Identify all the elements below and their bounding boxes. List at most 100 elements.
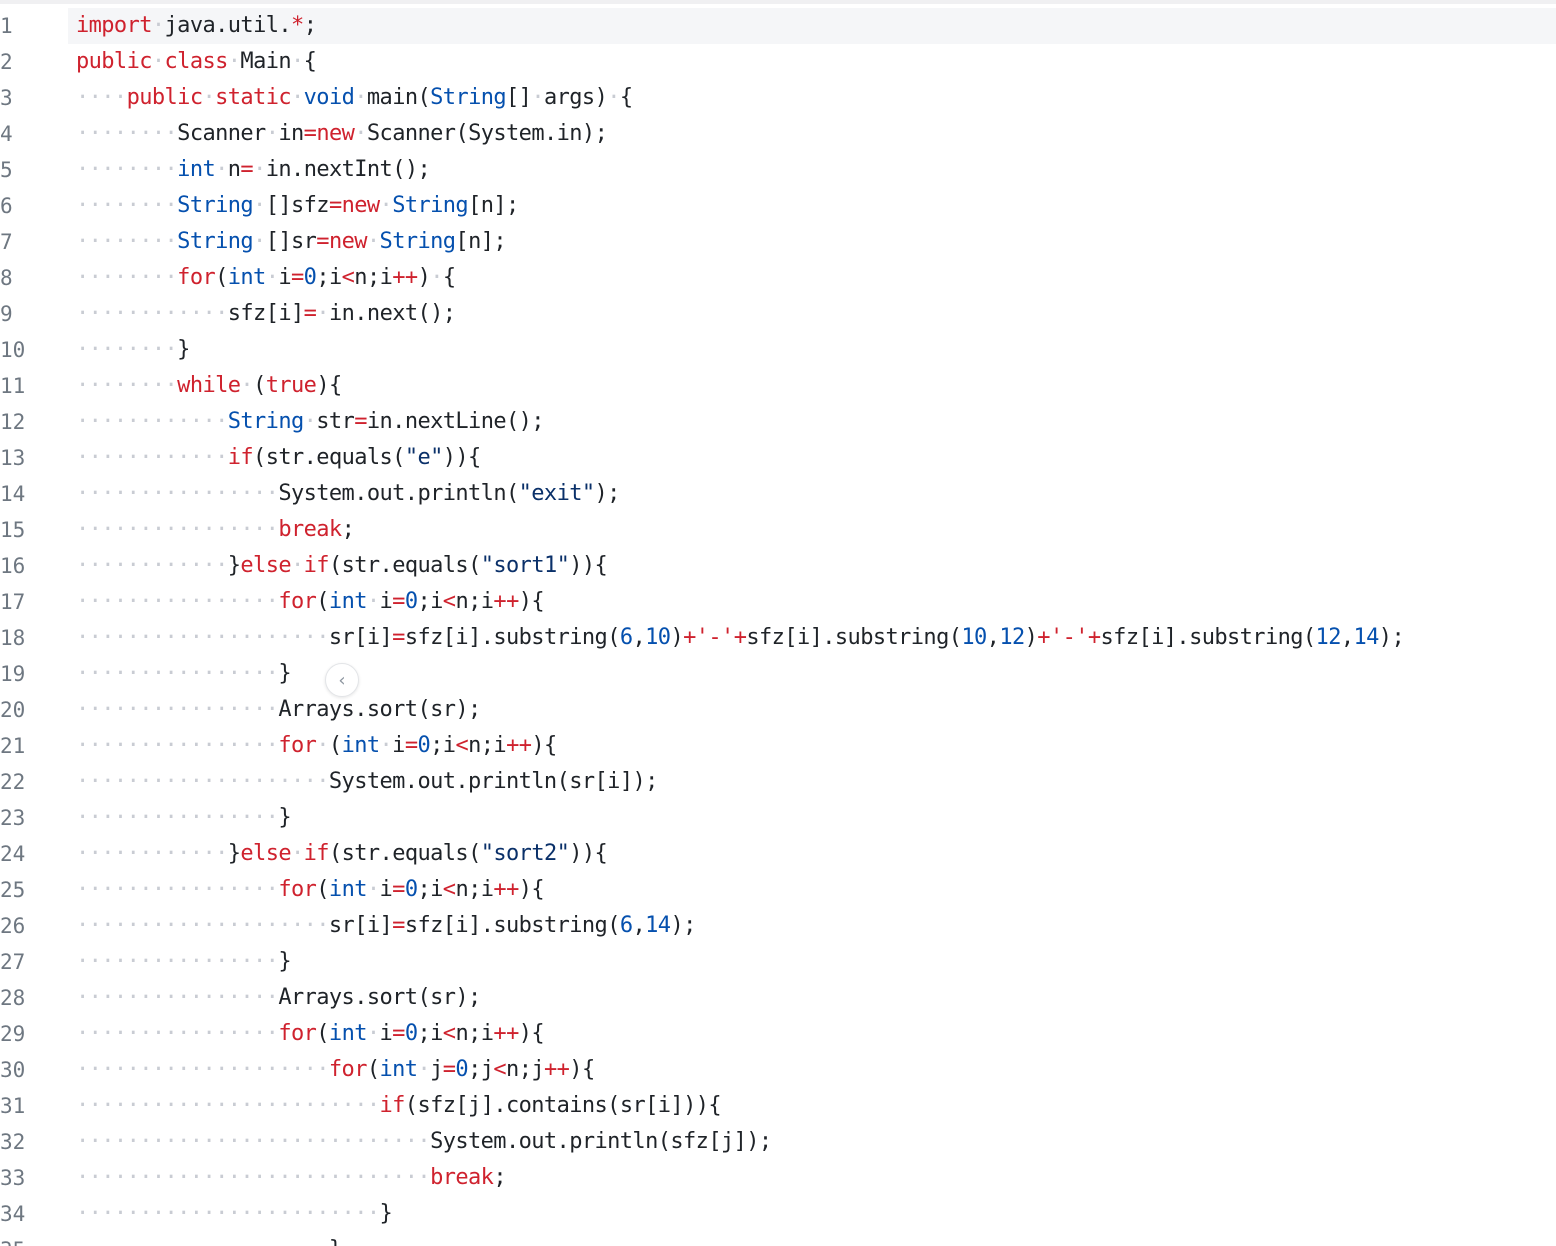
code-line[interactable]: 21 ················for·(int·i=0;i<n;i++){	[0, 728, 1556, 764]
code-line[interactable]: 14 ················System.out.println("ex…	[0, 476, 1556, 512]
code-text[interactable]: ················}	[68, 656, 1556, 692]
code-line[interactable]: 10 ········}	[0, 332, 1556, 368]
line-number: 7	[0, 230, 13, 254]
code-text[interactable]: ········Scanner·in=new·Scanner(System.in…	[68, 116, 1556, 152]
code-line[interactable]: 12 ············String·str=in.nextLine();	[0, 404, 1556, 440]
line-number: 14	[0, 482, 26, 506]
code-text[interactable]: public·class·Main·{	[68, 44, 1556, 80]
line-number: 25	[0, 878, 26, 902]
code-line[interactable]: 27 ················}	[0, 944, 1556, 980]
line-number: 24	[0, 842, 26, 866]
code-line[interactable]: 7 ········String·[]sr=new·String[n];	[0, 224, 1556, 260]
line-number: 16	[0, 554, 26, 578]
code-text[interactable]: ············if(str.equals("e")){	[68, 440, 1556, 476]
code-text[interactable]: ················Arrays.sort(sr);	[68, 980, 1556, 1016]
code-text[interactable]: ················for(int·i=0;i<n;i++){	[68, 584, 1556, 620]
code-line[interactable]: 15 ················break;	[0, 512, 1556, 548]
code-line[interactable]: 11 ········while·(true){	[0, 368, 1556, 404]
collapse-chevron-left-icon[interactable]: ‹	[325, 663, 359, 697]
code-text[interactable]: ····public·static·void·main(String[]·arg…	[68, 80, 1556, 116]
code-line[interactable]: 25 ················for(int·i=0;i<n;i++){	[0, 872, 1556, 908]
line-number: 8	[0, 266, 13, 290]
code-line[interactable]: 34 ························}	[0, 1196, 1556, 1232]
line-number: 28	[0, 986, 26, 1010]
code-text[interactable]: ········String·[]sfz=new·String[n];	[68, 188, 1556, 224]
code-line[interactable]: 23 ················}	[0, 800, 1556, 836]
line-number: 17	[0, 590, 26, 614]
code-text[interactable]: ················}	[68, 800, 1556, 836]
line-number: 18	[0, 626, 26, 650]
code-text[interactable]: ····························break;	[68, 1160, 1556, 1196]
code-text[interactable]: ········int·n=·in.nextInt();	[68, 152, 1556, 188]
editor-top-border	[0, 0, 1556, 4]
line-number: 19	[0, 662, 26, 686]
code-line[interactable]: 35 ····················}	[0, 1232, 1556, 1246]
code-text[interactable]: ················for(int·i=0;i<n;i++){	[68, 872, 1556, 908]
code-line[interactable]: 5 ········int·n=·in.nextInt();	[0, 152, 1556, 188]
line-number: 5	[0, 158, 13, 182]
code-line[interactable]: 33 ····························break;	[0, 1160, 1556, 1196]
code-text[interactable]: ················Arrays.sort(sr);	[68, 692, 1556, 728]
code-text[interactable]: ················for·(int·i=0;i<n;i++){	[68, 728, 1556, 764]
line-number: 15	[0, 518, 26, 542]
code-text[interactable]: ········while·(true){	[68, 368, 1556, 404]
code-text[interactable]: ····················sr[i]=sfz[i].substri…	[68, 908, 1556, 944]
code-line[interactable]: 20 ················Arrays.sort(sr);	[0, 692, 1556, 728]
code-line[interactable]: 29 ················for(int·i=0;i<n;i++){	[0, 1016, 1556, 1052]
code-line[interactable]: 8 ········for(int·i=0;i<n;i++)·{	[0, 260, 1556, 296]
code-line[interactable]: 1 import·java.util.*;	[0, 8, 1556, 44]
code-line[interactable]: 2 public·class·Main·{	[0, 44, 1556, 80]
line-number: 33	[0, 1166, 26, 1190]
code-line[interactable]: 22 ····················System.out.println…	[0, 764, 1556, 800]
line-number: 30	[0, 1058, 26, 1082]
code-editor[interactable]: 1 import·java.util.*; 2 public·class·Main·{…	[0, 0, 1556, 1246]
code-line[interactable]: 17 ················for(int·i=0;i<n;i++){	[0, 584, 1556, 620]
code-line[interactable]: 16 ············}else·if(str.equals("sort1…	[0, 548, 1556, 584]
code-line[interactable]: 9 ············sfz[i]=·in.next();	[0, 296, 1556, 332]
line-number: 2	[0, 50, 13, 74]
line-number: 21	[0, 734, 26, 758]
code-text[interactable]: ····························System.out.p…	[68, 1124, 1556, 1160]
line-number: 4	[0, 122, 13, 146]
code-text[interactable]: ········for(int·i=0;i<n;i++)·{	[68, 260, 1556, 296]
code-line[interactable]: 24 ············}else·if(str.equals("sort2…	[0, 836, 1556, 872]
code-text[interactable]: ····················}	[68, 1232, 1556, 1246]
code-text[interactable]: ····················sr[i]=sfz[i].substri…	[68, 620, 1556, 656]
line-number: 34	[0, 1202, 26, 1226]
code-text[interactable]: ············}else·if(str.equals("sort2")…	[68, 836, 1556, 872]
code-text[interactable]: ················}	[68, 944, 1556, 980]
code-text[interactable]: ························if(sfz[j].contai…	[68, 1088, 1556, 1124]
line-number: 32	[0, 1130, 26, 1154]
line-number: 9	[0, 302, 13, 326]
code-line[interactable]: 4 ········Scanner·in=new·Scanner(System.i…	[0, 116, 1556, 152]
code-line[interactable]: 6 ········String·[]sfz=new·String[n];	[0, 188, 1556, 224]
code-text[interactable]: import·java.util.*;	[68, 8, 1556, 44]
code-text[interactable]: ········String·[]sr=new·String[n];	[68, 224, 1556, 260]
code-line[interactable]: 32 ····························System.out…	[0, 1124, 1556, 1160]
code-line[interactable]: 18 ····················sr[i]=sfz[i].subst…	[0, 620, 1556, 656]
line-number: 29	[0, 1022, 26, 1046]
code-text[interactable]: ············sfz[i]=·in.next();	[68, 296, 1556, 332]
code-text[interactable]: ····················for(int·j=0;j<n;j++)…	[68, 1052, 1556, 1088]
line-number: 35	[0, 1238, 36, 1246]
code-text[interactable]: ························}	[68, 1196, 1556, 1232]
code-text[interactable]: ············String·str=in.nextLine();	[68, 404, 1556, 440]
code-text[interactable]: ············}else·if(str.equals("sort1")…	[68, 548, 1556, 584]
code-line[interactable]: 26 ····················sr[i]=sfz[i].subst…	[0, 908, 1556, 944]
code-text[interactable]: ················System.out.println("exit…	[68, 476, 1556, 512]
line-number: 23	[0, 806, 26, 830]
code-line[interactable]: 19 ················}	[0, 656, 1556, 692]
code-text[interactable]: ················break;	[68, 512, 1556, 548]
code-line[interactable]: 13 ············if(str.equals("e")){	[0, 440, 1556, 476]
line-number: 20	[0, 698, 26, 722]
code-text[interactable]: ················for(int·i=0;i<n;i++){	[68, 1016, 1556, 1052]
line-number: 26	[0, 914, 26, 938]
code-text[interactable]: ········}	[68, 332, 1556, 368]
line-number: 12	[0, 410, 26, 434]
code-line[interactable]: 30 ····················for(int·j=0;j<n;j+…	[0, 1052, 1556, 1088]
code-line[interactable]: 3 ····public·static·void·main(String[]·ar…	[0, 80, 1556, 116]
code-line[interactable]: 28 ················Arrays.sort(sr);	[0, 980, 1556, 1016]
line-number: 10	[0, 338, 26, 362]
code-text[interactable]: ····················System.out.println(s…	[68, 764, 1556, 800]
code-line[interactable]: 31 ························if(sfz[j].cont…	[0, 1088, 1556, 1124]
